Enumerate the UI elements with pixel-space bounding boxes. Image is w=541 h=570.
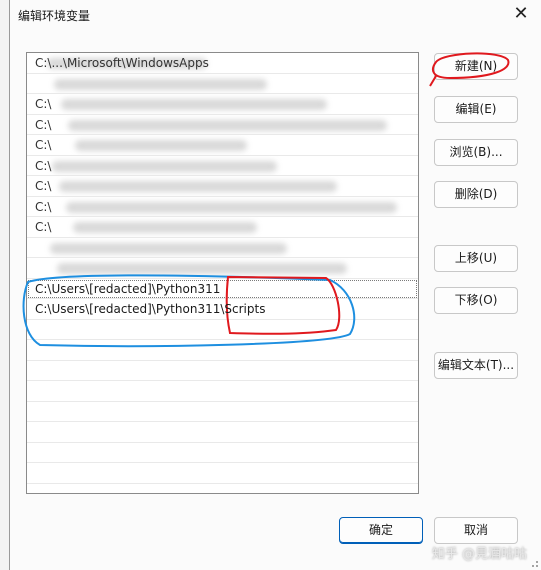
move-up-button[interactable]: 上移(U) [434, 245, 518, 272]
watermark: 知乎 @見酒咕咕 [431, 547, 527, 562]
path-list-item[interactable] [27, 381, 418, 402]
path-text: C:\ [35, 220, 52, 234]
path-list-item[interactable] [27, 402, 418, 422]
edit-env-variable-dialog: 编辑环境变量 ✕ C:\...\Microsoft\WindowsApps C:\… [9, 0, 541, 570]
move-down-button[interactable]: 下移(O) [434, 287, 518, 314]
browse-button[interactable]: 浏览(B)... [434, 139, 518, 166]
path-list-item[interactable]: C:\Users\[redacted]\Python311\Scripts [27, 299, 418, 320]
resize-grip-icon[interactable] [529, 558, 539, 568]
path-list-item[interactable]: C:\ [27, 115, 418, 135]
redaction-blur [54, 78, 267, 90]
path-text: C:\Users\[redacted]\Python311 [35, 281, 221, 296]
cancel-button[interactable]: 取消 [434, 517, 518, 544]
path-list-item[interactable]: C:\ [27, 156, 418, 176]
edit-button[interactable]: 编辑(E) [434, 96, 518, 123]
path-list-item[interactable]: C:\ [27, 217, 418, 238]
dialog-title: 编辑环境变量 [18, 9, 91, 23]
path-list-item[interactable] [27, 74, 418, 94]
path-text: C:\ [35, 179, 52, 193]
path-list-item[interactable] [27, 422, 418, 443]
path-list-item[interactable]: C:\ [27, 135, 418, 156]
redaction-blur [50, 242, 287, 254]
path-list-item[interactable]: C:\ [27, 94, 418, 115]
path-text: C:\ [35, 97, 52, 111]
path-text: C:\ [35, 138, 52, 152]
close-icon[interactable]: ✕ [511, 4, 531, 24]
path-text: C:\...\Microsoft\WindowsApps [35, 56, 209, 70]
path-list-item[interactable]: C:\ [27, 176, 418, 197]
path-list-item[interactable] [27, 238, 418, 258]
redaction-blur [59, 181, 337, 192]
redaction-blur [68, 119, 387, 131]
redaction-blur [73, 222, 257, 233]
path-list-item[interactable] [27, 463, 418, 484]
ok-button[interactable]: 确定 [339, 517, 423, 544]
path-text: C:\ [35, 117, 52, 132]
edit-text-button[interactable]: 编辑文本(T)... [434, 352, 518, 379]
path-list-item[interactable]: C:\...\Microsoft\WindowsApps [27, 53, 418, 74]
redaction-blur [61, 99, 327, 110]
redaction-blur [66, 201, 397, 213]
path-list-item[interactable] [27, 443, 418, 463]
path-list-item[interactable] [27, 340, 418, 361]
redaction-blur [52, 160, 277, 172]
path-list-item[interactable] [27, 258, 418, 279]
new-button[interactable]: 新建(N) [434, 53, 518, 80]
path-text: C:\ [35, 199, 52, 214]
path-list-item[interactable] [27, 320, 418, 340]
path-text: C:\Users\[redacted]\Python311\Scripts [35, 302, 266, 316]
path-list[interactable]: C:\...\Microsoft\WindowsApps C:\ C:\ C:\ C:\… [26, 52, 419, 494]
path-list-item[interactable]: C:\ [27, 197, 418, 217]
path-list-item[interactable]: C:\Users\[redacted]\Python311 [27, 279, 418, 299]
path-text: C:\ [35, 158, 52, 173]
redaction-blur [57, 263, 347, 274]
title-bar: 编辑环境变量 ✕ [10, 0, 541, 30]
redaction-blur [75, 140, 247, 151]
delete-button[interactable]: 删除(D) [434, 181, 518, 208]
path-list-item[interactable] [27, 361, 418, 381]
